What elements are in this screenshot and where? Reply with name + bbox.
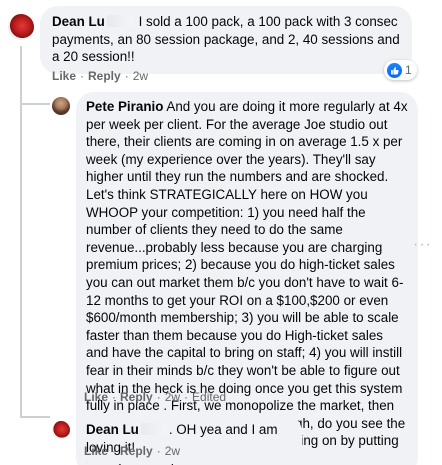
reply-button[interactable]: Reply [120, 444, 153, 458]
timestamp[interactable]: 2w [133, 69, 148, 83]
reply-button[interactable]: Reply [88, 69, 121, 83]
thread-line [20, 46, 22, 416]
reaction-count[interactable]: 1 [384, 60, 417, 80]
comment-text: And you are doing it more regularly at 4… [86, 99, 408, 431]
edited-label: Edited [192, 390, 227, 404]
comment-actions: Like · Reply · 2w [52, 69, 149, 83]
thread-branch [20, 103, 50, 105]
more-icon[interactable]: ··· [413, 236, 432, 254]
redacted-name [140, 423, 167, 435]
comment-author[interactable]: Dean Lu [86, 422, 169, 437]
timestamp[interactable]: 2w [165, 390, 180, 404]
comment-actions: Like · Reply · 2w [84, 444, 181, 458]
timestamp[interactable]: 2w [165, 444, 180, 458]
comment-author[interactable]: Dean Lu [52, 14, 135, 29]
comment-bubble-dean-1: Dean Lu I sold a 100 pack, a 100 pack wi… [40, 6, 412, 74]
like-icon [387, 62, 402, 78]
reply-button[interactable]: Reply [120, 390, 153, 404]
like-button[interactable]: Like [84, 390, 108, 404]
like-button[interactable]: Like [52, 69, 76, 83]
comment-bubble-pete: Pete Piranio And you are doing it more r… [76, 92, 418, 465]
avatar-dean[interactable] [52, 421, 70, 439]
avatar-pete[interactable] [52, 97, 70, 115]
comment-author[interactable]: Pete Piranio [86, 99, 163, 114]
thread-branch [20, 416, 50, 418]
like-button[interactable]: Like [84, 444, 108, 458]
comment-actions: Like · Reply · 2w · Edited [84, 390, 227, 404]
avatar-dean[interactable] [8, 14, 34, 40]
redacted-name [106, 15, 133, 27]
